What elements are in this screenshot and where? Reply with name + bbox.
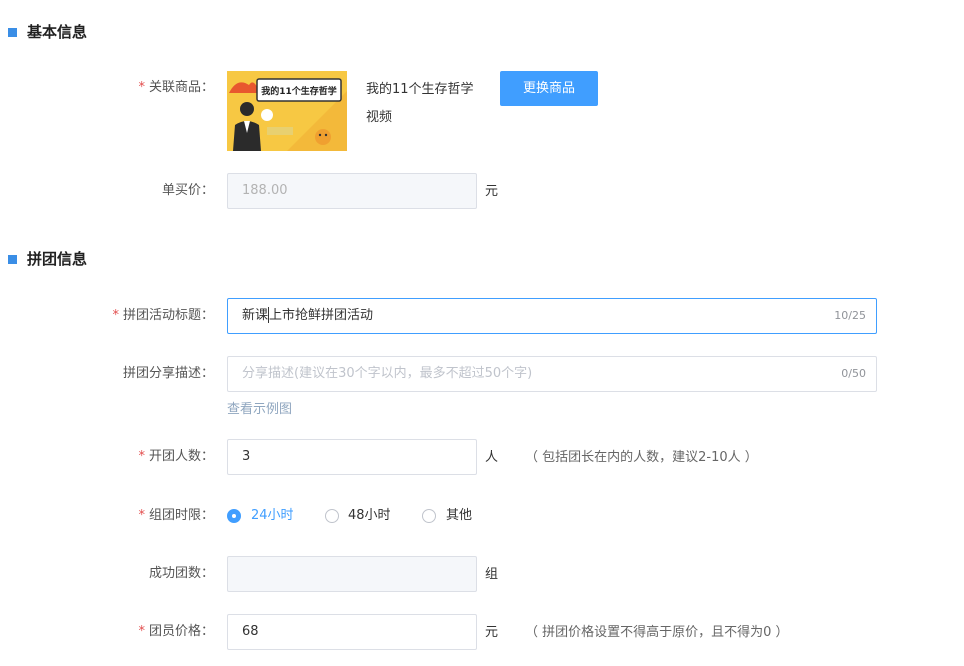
share-desc-input[interactable]: 分享描述(建议在30个字以内，最多不超过50个字) 0/50	[227, 356, 877, 392]
single-price-label: 单买价：	[161, 183, 214, 198]
product-name: 我的11个生存哲学 视频	[366, 82, 474, 125]
member-price-input[interactable]: 68	[227, 614, 477, 650]
success-count-unit: 组	[485, 567, 499, 582]
activity-title-input[interactable]: 新课上市抢鲜拼团活动 10/25	[227, 298, 877, 334]
required-star: *	[138, 80, 145, 95]
view-example-link[interactable]: 查看示例图	[227, 400, 292, 420]
single-price-input[interactable]: 188.00	[227, 173, 477, 209]
member-price-hint: （ 拼团价格设置不得高于原价，且不得为0 ）	[525, 625, 789, 640]
required-star: *	[138, 508, 145, 523]
radio-other[interactable]	[422, 509, 436, 523]
product-label: * 关联商品：	[138, 80, 214, 95]
single-price-unit: 元	[485, 184, 499, 199]
required-star: *	[138, 624, 145, 639]
radio-label-other[interactable]: 其他	[446, 506, 472, 526]
change-product-button[interactable]: 更换商品	[500, 71, 598, 106]
group-size-input[interactable]: 3	[227, 439, 477, 475]
success-count-label: 成功团数：	[148, 566, 214, 581]
member-price-label: * 团员价格：	[138, 624, 214, 639]
thumbnail-title: 我的11个生存哲学	[261, 85, 337, 97]
section-marker	[8, 255, 17, 264]
share-desc-label: 拼团分享描述：	[122, 366, 214, 381]
required-star: *	[112, 308, 119, 323]
radio-24h[interactable]	[227, 509, 241, 523]
radio-label-48h[interactable]: 48小时	[348, 506, 391, 526]
activity-title-label: * 拼团活动标题：	[112, 308, 214, 323]
radio-48h[interactable]	[325, 509, 339, 523]
char-counter: 10/25	[834, 309, 866, 322]
share-desc-placeholder: 分享描述(建议在30个字以内，最多不超过50个字)	[242, 366, 533, 381]
section-title-group: 拼团信息	[27, 250, 88, 268]
required-star: *	[138, 449, 145, 464]
section-marker	[8, 28, 17, 37]
product-thumbnail[interactable]: 我的11个生存哲学	[227, 71, 347, 151]
time-limit-radio-group: 24小时 48小时 其他	[227, 506, 527, 526]
time-limit-label: * 组团时限：	[138, 508, 214, 523]
success-count-input[interactable]	[227, 556, 477, 592]
group-size-unit: 人	[485, 450, 499, 465]
group-size-hint: （ 包括团长在内的人数，建议2-10人 ）	[525, 450, 758, 465]
section-title-basic: 基本信息	[27, 23, 88, 41]
char-counter: 0/50	[841, 367, 866, 380]
group-size-label: * 开团人数：	[138, 449, 214, 464]
radio-label-24h[interactable]: 24小时	[251, 506, 294, 526]
member-price-unit: 元	[485, 625, 499, 640]
